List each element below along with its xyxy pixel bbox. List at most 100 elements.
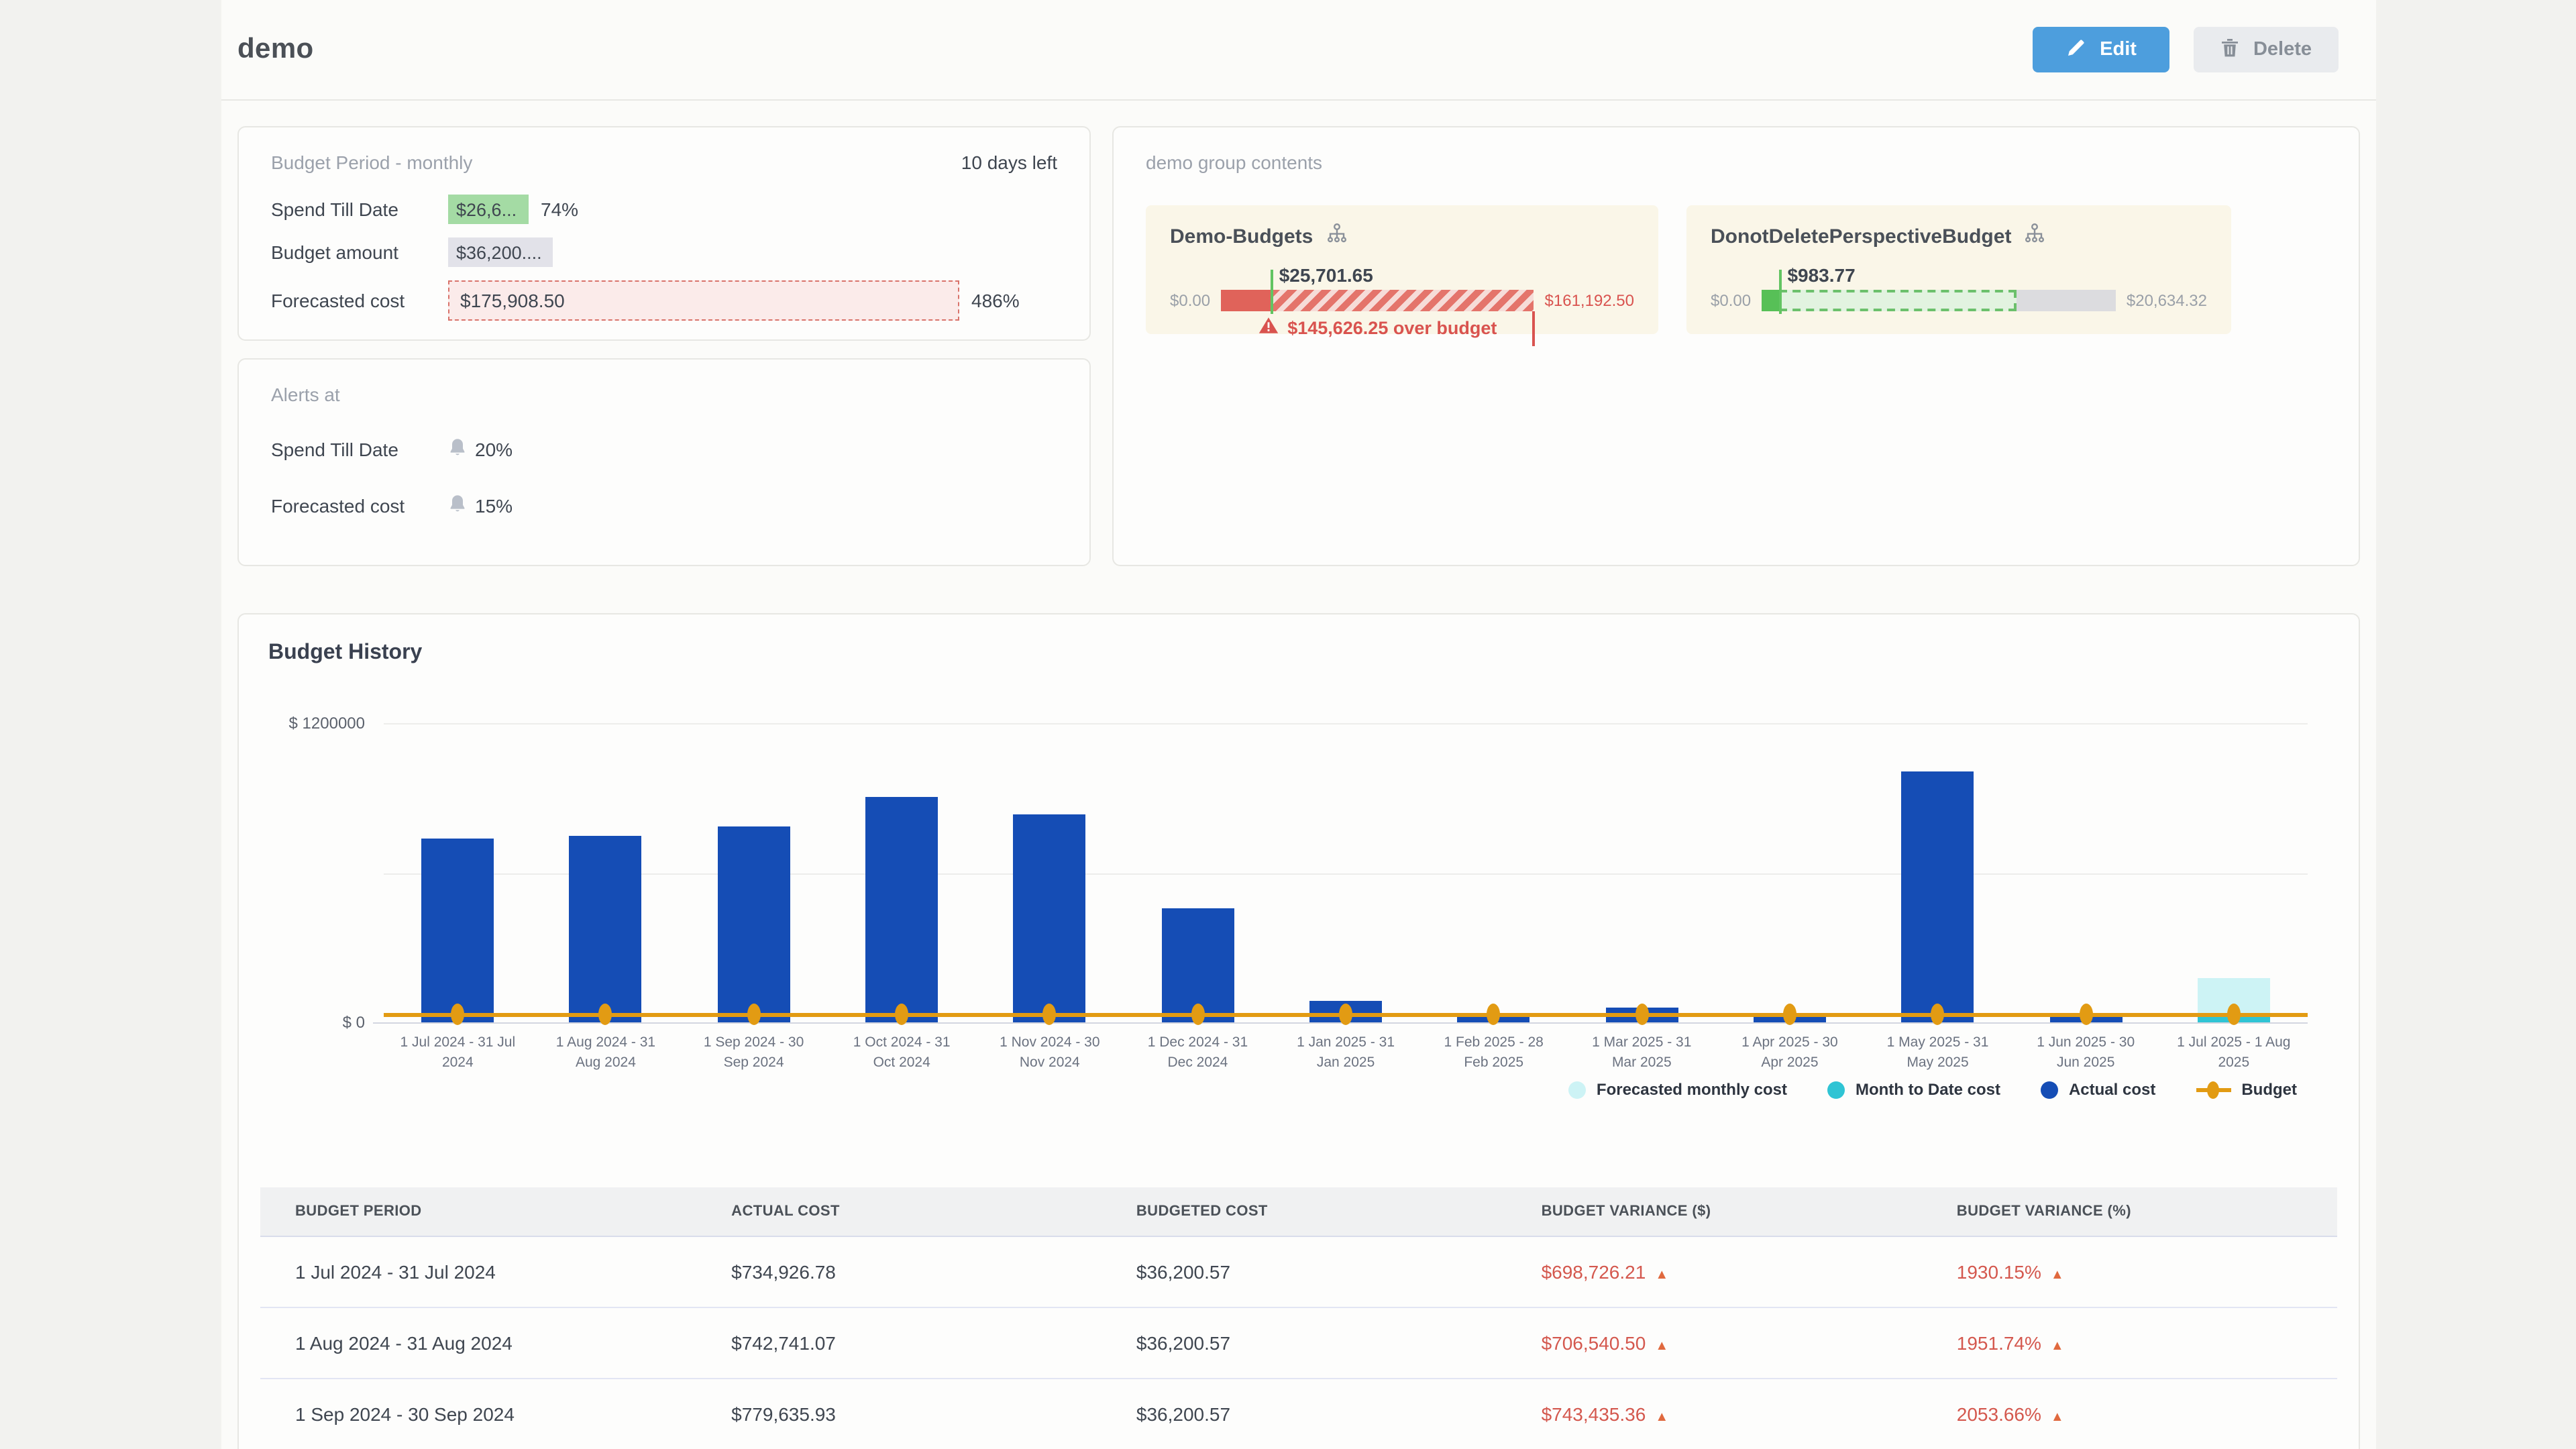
cell-actual-cost: $734,926.78	[696, 1237, 1102, 1308]
x-axis-label-1-jun-2025-30-jun-2025: 1 Jun 2025 - 30 Jun 2025	[2012, 1033, 2160, 1073]
up-triangle-icon: ▲	[2051, 1269, 2064, 1283]
cell-value: 1951.74%	[1957, 1333, 2041, 1354]
bar-actual-1-nov-2024-30-nov-2024[interactable]	[1014, 814, 1086, 1022]
legend-item-actual-cost[interactable]: Actual cost	[2041, 1081, 2155, 1099]
group-contents-card: demo group contents Demo-Budgets$0.00$25…	[1112, 126, 2360, 566]
legend-item-budget[interactable]: Budget	[2196, 1081, 2297, 1099]
days-left-label: 10 days left	[961, 152, 1057, 173]
cell-budget-variance-usd: $706,540.50▲	[1507, 1308, 1922, 1379]
forecasted-cost-box: $175,908.50	[448, 280, 959, 321]
bar-segment-remaining-gray	[2017, 290, 2116, 311]
budget-history-table: BUDGET PERIODACTUAL COSTBUDGETED COSTBUD…	[260, 1188, 2337, 1449]
up-triangle-icon: ▲	[2051, 1411, 2064, 1426]
alert-spend-row: Spend Till Date 20%	[271, 437, 1057, 462]
cell-budget-variance-pct: 1951.74% ▲	[1922, 1308, 2337, 1379]
bar-actual-1-may-2025-31-may-2025[interactable]	[1901, 772, 1974, 1022]
legend-swatch-actual-cost	[2041, 1081, 2058, 1099]
bar-actual-1-jul-2024-31-jul-2024[interactable]	[421, 839, 494, 1022]
column-header-budgeted-cost: BUDGETED COST	[1102, 1188, 1507, 1237]
cell-value: 2053.66%	[1957, 1404, 2041, 1426]
budget-tile-demo-budgets[interactable]: Demo-Budgets$0.00$25,701.65$145,626.25 o…	[1146, 205, 1658, 334]
legend-diamond-icon	[2206, 1081, 2218, 1099]
bar-segment-spent-green	[1762, 290, 1779, 311]
spend-till-date-chip: $26,6...	[448, 195, 529, 224]
app-viewport: demo Edit Delete	[0, 0, 2576, 1449]
column-header-budget-variance: BUDGET VARIANCE (%)	[1922, 1188, 2337, 1237]
delete-button[interactable]: Delete	[2194, 27, 2339, 72]
x-axis-label-1-mar-2025-31-mar-2025: 1 Mar 2025 - 31 Mar 2025	[1568, 1033, 1716, 1073]
budget-period-title: Budget Period - monthly	[271, 152, 472, 173]
table-row-1-aug-2024-31-aug-2024: 1 Aug 2024 - 31 Aug 2024$742,741.07$36,2…	[260, 1308, 2337, 1379]
alert-forecast-row: Forecasted cost 15%	[271, 494, 1057, 518]
hierarchy-icon	[2023, 223, 2046, 250]
alert-spend-value-group: 20%	[448, 437, 513, 462]
x-axis-label-1-oct-2024-31-oct-2024: 1 Oct 2024 - 31 Oct 2024	[828, 1033, 976, 1073]
cell-budgeted-cost: $36,200.57	[1102, 1379, 1507, 1449]
legend-swatch-month-to-date-cost	[1827, 1081, 1845, 1099]
bar-actual-1-sep-2024-30-sep-2024[interactable]	[718, 827, 790, 1022]
alerts-card-header: Alerts at	[271, 384, 1057, 405]
cell-budgeted-cost: $36,200.57	[1102, 1237, 1507, 1308]
pencil-icon	[2066, 37, 2086, 62]
spend-till-date-label: Spend Till Date	[271, 199, 448, 220]
budget-name: DonotDeletePerspectiveBudget	[1711, 225, 2011, 248]
bar-actual-1-oct-2024-31-oct-2024[interactable]	[865, 797, 938, 1022]
y-axis-label-top: $ 1200000	[289, 714, 365, 733]
spend-till-date-percent: 74%	[541, 199, 578, 220]
budget-tile-header: Demo-Budgets	[1170, 223, 1634, 250]
budget-marker-1-dec-2024-31-dec-2024	[1191, 1004, 1204, 1025]
budget-marker-tick	[1271, 270, 1274, 314]
x-axis-labels: 1 Jul 2024 - 31 Jul 20241 Aug 2024 - 31 …	[384, 1033, 2308, 1073]
warning-icon	[1258, 317, 1278, 338]
budget-progress-bar: $983.77	[1762, 290, 2116, 311]
cell-budget-variance-pct: 2053.66% ▲	[1922, 1379, 2337, 1449]
budget-tile-donotdeleteperspectivebudget[interactable]: DonotDeletePerspectiveBudget $0.00 $983.77…	[1686, 205, 2231, 334]
bar-segment-spent-red	[1221, 290, 1271, 311]
gridline-600000	[384, 873, 2308, 875]
x-axis-label-1-nov-2024-30-nov-2024: 1 Nov 2024 - 30 Nov 2024	[976, 1033, 1124, 1073]
table-row-1-sep-2024-30-sep-2024: 1 Sep 2024 - 30 Sep 2024$779,635.93$36,2…	[260, 1379, 2337, 1449]
x-axis-label-1-jan-2025-31-jan-2025: 1 Jan 2025 - 31 Jan 2025	[1272, 1033, 1420, 1073]
bar-segment-forecast-green	[1779, 290, 2017, 311]
budget-name: Demo-Budgets	[1170, 225, 1313, 248]
bar-max-label: $20,634.32	[2127, 291, 2207, 310]
legend-item-month-to-date-cost[interactable]: Month to Date cost	[1827, 1081, 2000, 1099]
bar-segment-over-budget-hatched	[1271, 290, 1534, 311]
page-header: demo Edit Delete	[221, 0, 2376, 101]
chart-legend: Forecasted monthly cost Month to Date cos…	[384, 1081, 2308, 1099]
cell-budget-period: 1 Sep 2024 - 30 Sep 2024	[260, 1379, 696, 1449]
bar-max-label: $161,192.50	[1545, 291, 1634, 310]
budget-amount-row: Budget amount $36,200....	[271, 237, 1057, 267]
trash-icon	[2221, 37, 2240, 62]
forecasted-cost-label: Forecasted cost	[271, 290, 448, 311]
gridline-1200000	[384, 723, 2308, 724]
x-axis-label-1-dec-2024-31-dec-2024: 1 Dec 2024 - 31 Dec 2024	[1124, 1033, 1272, 1073]
x-axis-label-1-sep-2024-30-sep-2024: 1 Sep 2024 - 30 Sep 2024	[680, 1033, 828, 1073]
budget-marker-1-jun-2025-30-jun-2025	[2079, 1004, 2092, 1025]
bar-actual-1-aug-2024-31-aug-2024[interactable]	[570, 837, 642, 1022]
budget-history-card: Budget History $ 1200000 $ 0 1 Jul 2024 …	[237, 613, 2360, 1449]
edit-button[interactable]: Edit	[2033, 27, 2170, 72]
group-card-header: demo group contents	[1146, 152, 2326, 173]
legend-item-forecasted-monthly-cost[interactable]: Forecasted monthly cost	[1568, 1081, 1787, 1099]
alert-spend-value: 20%	[475, 439, 513, 460]
cell-actual-cost: $779,635.93	[696, 1379, 1102, 1449]
budget-marker-label: $983.77	[1787, 264, 1855, 286]
cell-actual-cost: $742,741.07	[696, 1308, 1102, 1379]
budget-period-card: Budget Period - monthly 10 days left Spe…	[237, 126, 1091, 341]
bell-icon	[448, 494, 467, 518]
table-header: BUDGET PERIODACTUAL COSTBUDGETED COSTBUD…	[260, 1188, 2337, 1237]
bar-min-label: $0.00	[1711, 291, 1751, 310]
page-title: demo	[237, 34, 314, 66]
budget-marker-1-oct-2024-31-oct-2024	[895, 1004, 908, 1025]
warning-text: $145,626.25 over budget	[1287, 317, 1497, 337]
up-triangle-icon: ▲	[2051, 1340, 2064, 1354]
budget-marker-tick	[1779, 270, 1782, 314]
up-triangle-icon: ▲	[1655, 1269, 1668, 1283]
legend-label: Budget	[2241, 1081, 2297, 1099]
budget-marker-1-sep-2024-30-sep-2024	[747, 1004, 761, 1025]
legend-swatch-budget	[2196, 1088, 2231, 1092]
cell-budget-period: 1 Aug 2024 - 31 Aug 2024	[260, 1308, 696, 1379]
budget-history-chart: $ 1200000 $ 0 1 Jul 2024 - 31 Jul 20241 …	[260, 682, 2337, 1099]
cell-budget-period: 1 Jul 2024 - 31 Jul 2024	[260, 1237, 696, 1308]
